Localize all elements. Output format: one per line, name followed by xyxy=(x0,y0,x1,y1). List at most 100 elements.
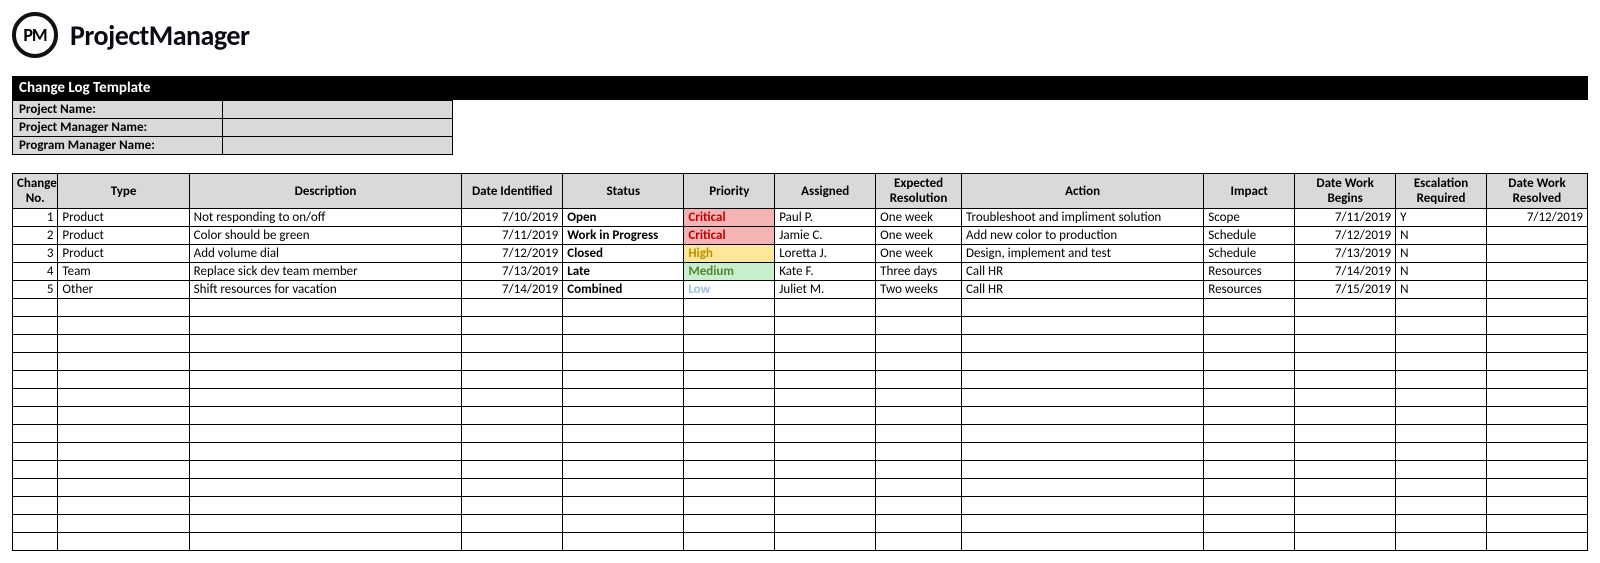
empty-cell[interactable] xyxy=(1396,371,1487,389)
table-row[interactable]: 2ProductColor should be green7/11/2019Wo… xyxy=(13,227,1588,245)
empty-cell[interactable] xyxy=(1396,497,1487,515)
empty-cell[interactable] xyxy=(775,317,876,335)
cell-date-work-begins[interactable]: 7/11/2019 xyxy=(1295,209,1396,227)
cell-expected-res[interactable]: Three days xyxy=(876,263,962,281)
cell-escalation[interactable]: N xyxy=(1396,227,1487,245)
empty-cell[interactable] xyxy=(961,461,1203,479)
empty-cell[interactable] xyxy=(1204,389,1295,407)
empty-cell[interactable] xyxy=(1396,515,1487,533)
cell-type[interactable]: Product xyxy=(58,245,189,263)
cell-status[interactable]: Work in Progress xyxy=(563,227,684,245)
table-row[interactable]: 1ProductNot responding to on/off7/10/201… xyxy=(13,209,1588,227)
empty-cell[interactable] xyxy=(462,299,563,317)
table-row[interactable] xyxy=(13,317,1588,335)
empty-cell[interactable] xyxy=(876,425,962,443)
cell-escalation[interactable]: N xyxy=(1396,245,1487,263)
table-row[interactable]: 4TeamReplace sick dev team member7/13/20… xyxy=(13,263,1588,281)
empty-cell[interactable] xyxy=(684,407,775,425)
empty-cell[interactable] xyxy=(58,443,189,461)
empty-cell[interactable] xyxy=(563,515,684,533)
empty-cell[interactable] xyxy=(13,497,58,515)
cell-assigned[interactable]: Juliet M. xyxy=(775,281,876,299)
empty-cell[interactable] xyxy=(684,389,775,407)
empty-cell[interactable] xyxy=(1295,479,1396,497)
empty-cell[interactable] xyxy=(1204,407,1295,425)
empty-cell[interactable] xyxy=(775,407,876,425)
empty-cell[interactable] xyxy=(684,443,775,461)
empty-cell[interactable] xyxy=(1295,353,1396,371)
table-row[interactable] xyxy=(13,389,1588,407)
empty-cell[interactable] xyxy=(1486,497,1587,515)
empty-cell[interactable] xyxy=(876,461,962,479)
empty-cell[interactable] xyxy=(1486,389,1587,407)
pm-name-value[interactable] xyxy=(223,119,453,137)
empty-cell[interactable] xyxy=(563,425,684,443)
cell-escalation[interactable]: N xyxy=(1396,263,1487,281)
cell-type[interactable]: Product xyxy=(58,209,189,227)
empty-cell[interactable] xyxy=(462,407,563,425)
table-row[interactable] xyxy=(13,515,1588,533)
empty-cell[interactable] xyxy=(189,317,462,335)
empty-cell[interactable] xyxy=(1396,353,1487,371)
empty-cell[interactable] xyxy=(876,371,962,389)
cell-change-no[interactable]: 3 xyxy=(13,245,58,263)
empty-cell[interactable] xyxy=(563,479,684,497)
cell-type[interactable]: Team xyxy=(58,263,189,281)
empty-cell[interactable] xyxy=(563,407,684,425)
empty-cell[interactable] xyxy=(1295,497,1396,515)
empty-cell[interactable] xyxy=(563,389,684,407)
empty-cell[interactable] xyxy=(961,443,1203,461)
empty-cell[interactable] xyxy=(1295,299,1396,317)
empty-cell[interactable] xyxy=(1204,317,1295,335)
empty-cell[interactable] xyxy=(775,353,876,371)
empty-cell[interactable] xyxy=(1396,335,1487,353)
empty-cell[interactable] xyxy=(1295,515,1396,533)
empty-cell[interactable] xyxy=(13,389,58,407)
empty-cell[interactable] xyxy=(189,299,462,317)
cell-change-no[interactable]: 1 xyxy=(13,209,58,227)
empty-cell[interactable] xyxy=(961,371,1203,389)
empty-cell[interactable] xyxy=(563,299,684,317)
empty-cell[interactable] xyxy=(189,335,462,353)
empty-cell[interactable] xyxy=(1396,299,1487,317)
table-row[interactable] xyxy=(13,371,1588,389)
empty-cell[interactable] xyxy=(1295,317,1396,335)
cell-date-work-resolved[interactable] xyxy=(1486,227,1587,245)
empty-cell[interactable] xyxy=(13,533,58,551)
empty-cell[interactable] xyxy=(1486,335,1587,353)
empty-cell[interactable] xyxy=(13,425,58,443)
empty-cell[interactable] xyxy=(1295,443,1396,461)
empty-cell[interactable] xyxy=(1295,335,1396,353)
cell-date-work-begins[interactable]: 7/14/2019 xyxy=(1295,263,1396,281)
table-row[interactable] xyxy=(13,407,1588,425)
empty-cell[interactable] xyxy=(684,533,775,551)
empty-cell[interactable] xyxy=(876,443,962,461)
empty-cell[interactable] xyxy=(13,479,58,497)
empty-cell[interactable] xyxy=(876,515,962,533)
empty-cell[interactable] xyxy=(563,461,684,479)
empty-cell[interactable] xyxy=(189,389,462,407)
cell-expected-res[interactable]: Two weeks xyxy=(876,281,962,299)
empty-cell[interactable] xyxy=(961,407,1203,425)
empty-cell[interactable] xyxy=(684,335,775,353)
cell-date-work-resolved[interactable] xyxy=(1486,263,1587,281)
cell-date-work-begins[interactable]: 7/12/2019 xyxy=(1295,227,1396,245)
empty-cell[interactable] xyxy=(563,371,684,389)
empty-cell[interactable] xyxy=(462,497,563,515)
empty-cell[interactable] xyxy=(462,461,563,479)
empty-cell[interactable] xyxy=(189,533,462,551)
empty-cell[interactable] xyxy=(1204,479,1295,497)
empty-cell[interactable] xyxy=(1486,533,1587,551)
empty-cell[interactable] xyxy=(876,299,962,317)
table-row[interactable] xyxy=(13,479,1588,497)
empty-cell[interactable] xyxy=(1204,299,1295,317)
empty-cell[interactable] xyxy=(13,461,58,479)
cell-status[interactable]: Late xyxy=(563,263,684,281)
empty-cell[interactable] xyxy=(1486,371,1587,389)
empty-cell[interactable] xyxy=(13,353,58,371)
empty-cell[interactable] xyxy=(189,407,462,425)
table-row[interactable] xyxy=(13,425,1588,443)
empty-cell[interactable] xyxy=(58,515,189,533)
table-row[interactable] xyxy=(13,353,1588,371)
empty-cell[interactable] xyxy=(1486,317,1587,335)
